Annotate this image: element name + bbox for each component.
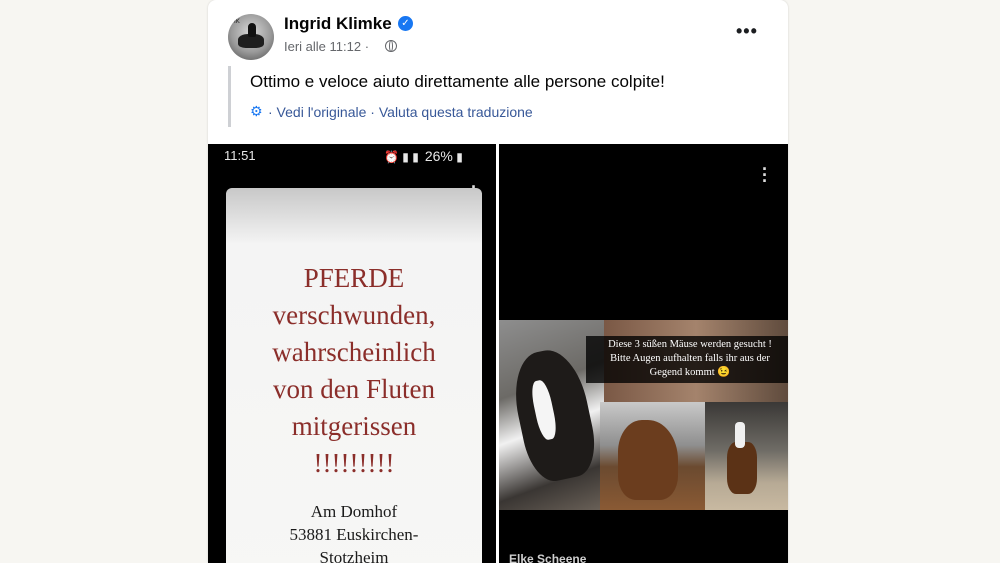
- flyer-line: mitgerissen: [291, 411, 417, 441]
- globe-icon: [385, 40, 397, 52]
- flyer-line: wahrscheinlich: [272, 337, 436, 367]
- rate-translation-link[interactable]: Valuta questa traduzione: [379, 104, 533, 120]
- avatar-logo: IK: [234, 18, 240, 25]
- status-icons: ⏰ ▮ ▮ 26% ▮: [384, 148, 463, 164]
- story-menu-icon: ···: [762, 159, 768, 191]
- post-image-left[interactable]: 11:51 ⏰ ▮ ▮26% ▮ ··· PFERDE verschwunden…: [208, 144, 496, 563]
- address-line: Stotzheim: [319, 548, 389, 563]
- flyer-line: von den Fluten: [273, 374, 435, 404]
- address-line: 53881 Euskirchen-: [289, 525, 419, 544]
- battery-level: 26%: [424, 148, 453, 164]
- flyer-line: !!!!!!!!!: [313, 448, 395, 478]
- flyer-address: Am Domhof 53881 Euskirchen- Stotzheim: [226, 500, 482, 563]
- caption-line: Gegend kommt 😉: [649, 367, 731, 378]
- settings-icon[interactable]: ⚙: [250, 104, 263, 120]
- photo-riding-arena: [705, 402, 788, 510]
- post-timestamp[interactable]: Ieri alle 11:12 ·: [284, 39, 369, 54]
- post-card: IK Ingrid Klimke ✓ Ieri alle 11:12 · •••…: [208, 0, 788, 563]
- flyer-line: verschwunden,: [272, 300, 436, 330]
- more-options-icon[interactable]: •••: [736, 22, 758, 40]
- arena-horse-shape: [727, 442, 757, 494]
- author-avatar[interactable]: IK: [228, 14, 274, 60]
- caption-line: Diese 3 süßen Mäuse werden gesucht !: [608, 339, 772, 350]
- author-name[interactable]: Ingrid Klimke: [284, 14, 392, 34]
- arena-rider-shape: [735, 422, 745, 448]
- caption-line: Bitte Augen aufhalten falls ihr aus der: [610, 353, 770, 364]
- missing-horses-flyer: PFERDE verschwunden, wahrscheinlich von …: [226, 188, 482, 563]
- see-original-link[interactable]: · Vedi l'originale: [268, 104, 366, 120]
- status-time: 11:51: [224, 148, 256, 163]
- avatar-rider-shape: [248, 23, 256, 37]
- story-author-name: Elke Scheene: [509, 552, 587, 563]
- post-image-right[interactable]: · · · Diese 3 süßen Mäuse werden gesucht !…: [499, 144, 788, 563]
- verified-badge-icon: ✓: [398, 16, 413, 31]
- background-right: [862, 0, 1000, 563]
- address-line: Am Domhof: [310, 502, 398, 521]
- flyer-title: PFERDE verschwunden, wahrscheinlich von …: [226, 260, 482, 482]
- post-text: Ottimo e veloce aiuto direttamente alle …: [250, 72, 665, 91]
- background-left: [0, 0, 200, 563]
- bay-horse-shape: [618, 420, 678, 500]
- horse-photo-collage: Diese 3 süßen Mäuse werden gesucht ! Bit…: [499, 320, 788, 510]
- translation-links: · Vedi l'originale · Valuta questa tradu…: [268, 104, 533, 120]
- photo-bay-horse: [600, 402, 705, 510]
- flyer-line: PFERDE: [303, 263, 405, 293]
- link-separator: ·: [366, 104, 379, 120]
- translation-quote-bar: [228, 66, 231, 127]
- story-caption: Diese 3 süßen Mäuse werden gesucht ! Bit…: [586, 336, 788, 383]
